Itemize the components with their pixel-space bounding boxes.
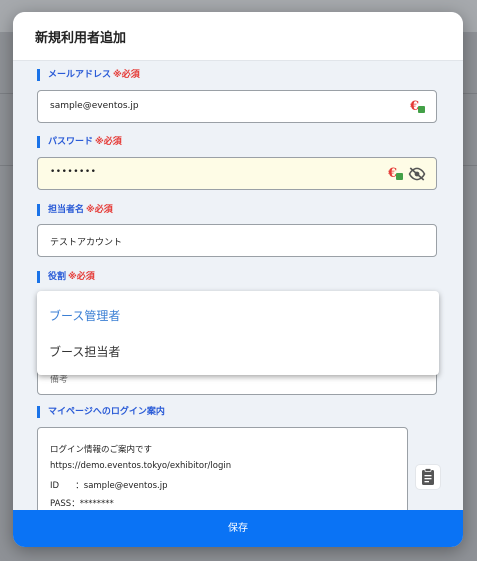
mypage-login-label-text: マイページへのログイン案内: [48, 407, 165, 417]
contact-name-field[interactable]: テストアカウント: [37, 224, 437, 257]
role-label: 役割 ※必須: [37, 271, 95, 283]
email-label: メールアドレス ※必須: [37, 69, 140, 81]
clipboard-icon: [422, 468, 434, 485]
password-manager-icon[interactable]: €: [410, 99, 426, 115]
email-label-text: メールアドレス: [48, 70, 112, 80]
role-option-booth-admin[interactable]: ブース管理者: [49, 307, 120, 324]
role-dropdown-menu: ブース管理者 ブース担当者: [37, 291, 439, 375]
password-field[interactable]: •••••••• €: [37, 157, 437, 190]
password-manager-icon[interactable]: €: [388, 166, 404, 182]
save-button[interactable]: 保存: [13, 510, 463, 547]
contact-name-label: 担当者名 ※必須: [37, 204, 113, 216]
clipboard-button[interactable]: [416, 465, 440, 489]
modal-header: 新規利用者追加: [13, 12, 463, 61]
contact-name-label-text: 担当者名: [48, 205, 85, 215]
eye-off-icon[interactable]: [408, 167, 426, 181]
role-label-text: 役割: [48, 272, 67, 282]
required-mark: ※必須: [68, 272, 95, 282]
mypage-login-label: マイページへのログイン案内: [37, 406, 165, 418]
password-label: パスワード ※必須: [37, 136, 122, 148]
contact-name-value: テストアカウント: [50, 238, 123, 248]
required-mark: ※必須: [113, 70, 140, 80]
required-mark: ※必須: [86, 205, 113, 215]
email-value: sample@eventos.jp: [50, 101, 139, 111]
required-mark: ※必須: [95, 137, 122, 147]
new-user-modal: 新規利用者追加 メールアドレス ※必須 sample@eventos.jp € パ…: [13, 12, 463, 547]
modal-title: 新規利用者追加: [35, 31, 127, 46]
login-info-line: https://demo.eventos.tokyo/exhibitor/log…: [50, 461, 232, 471]
password-value: ••••••••: [50, 167, 97, 177]
login-info-line: ログイン情報のご案内です: [50, 445, 153, 455]
email-field[interactable]: sample@eventos.jp €: [37, 90, 437, 123]
login-info-line: ID ：sample@eventos.jp: [50, 481, 168, 491]
password-label-text: パスワード: [48, 137, 94, 147]
role-option-booth-staff[interactable]: ブース担当者: [49, 343, 120, 360]
login-info-line: PASS：********: [50, 499, 114, 509]
